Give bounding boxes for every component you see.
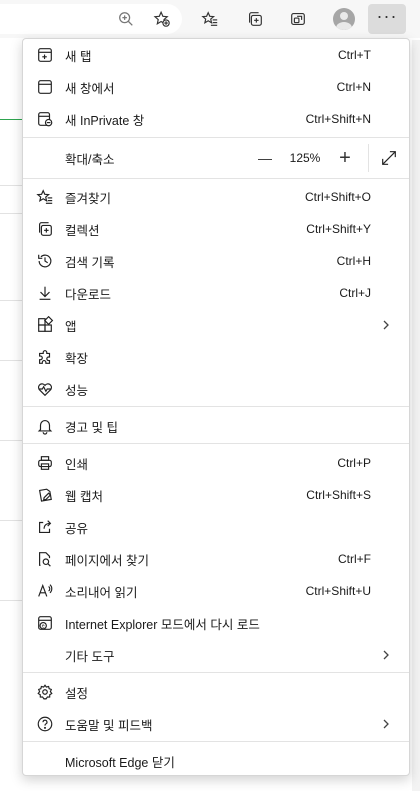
menu-item-web-capture[interactable]: 웹 캡처 Ctrl+Shift+S xyxy=(23,479,409,511)
add-favorite-icon[interactable] xyxy=(148,6,176,32)
profile-avatar[interactable] xyxy=(330,6,358,32)
menu-item-share[interactable]: 공유 xyxy=(23,511,409,543)
gear-icon xyxy=(35,682,55,702)
menu-item-history[interactable]: 검색 기록 Ctrl+H xyxy=(23,245,409,277)
collections-icon[interactable] xyxy=(241,6,269,32)
settings-and-more-menu: 새 탭 Ctrl+T 새 창에서 Ctrl+N 새 InPrivate 창 Ct… xyxy=(22,38,410,776)
performance-icon xyxy=(35,379,55,399)
inprivate-icon xyxy=(35,109,55,129)
menu-item-new-window[interactable]: 새 창에서 Ctrl+N xyxy=(23,71,409,103)
zoom-in-button[interactable]: + xyxy=(333,138,357,178)
menu-item-help[interactable]: 도움말 및 피드백 xyxy=(23,708,409,740)
page-divider xyxy=(0,185,22,186)
menu-item-close-edge[interactable]: Microsoft Edge 닫기 xyxy=(23,745,409,777)
collections-icon xyxy=(35,219,55,239)
menu-item-downloads[interactable]: 다운로드 Ctrl+J xyxy=(23,277,409,309)
menu-item-settings[interactable]: 설정 xyxy=(23,676,409,708)
web-capture-icon xyxy=(35,485,55,505)
menu-item-zoom: 확대/축소 — 125% + xyxy=(23,138,409,178)
bell-icon xyxy=(35,416,55,436)
new-tab-icon xyxy=(35,45,55,65)
read-aloud-icon xyxy=(35,581,55,601)
zoom-out-button[interactable]: — xyxy=(253,138,277,178)
menu-item-collections[interactable]: 컬렉션 Ctrl+Shift+Y xyxy=(23,213,409,245)
menu-item-find[interactable]: 페이지에서 찾기 Ctrl+F xyxy=(23,543,409,575)
page-divider xyxy=(0,360,22,361)
menu-item-apps[interactable]: 앱 xyxy=(23,309,409,341)
zoom-icon[interactable] xyxy=(112,6,140,32)
menu-item-favorites[interactable]: 즐겨찾기 Ctrl+Shift+O xyxy=(23,181,409,213)
ie-mode-icon: e xyxy=(35,613,55,633)
menu-item-performance[interactable]: 성능 xyxy=(23,373,409,405)
menu-separator xyxy=(23,443,409,444)
menu-separator xyxy=(23,672,409,673)
favorites-icon[interactable] xyxy=(196,6,224,32)
menu-item-print[interactable]: 인쇄 Ctrl+P xyxy=(23,447,409,479)
download-icon xyxy=(35,283,55,303)
page-divider xyxy=(0,600,22,601)
extensions-icon xyxy=(35,347,55,367)
fullscreen-icon[interactable] xyxy=(375,138,403,178)
menu-item-new-tab[interactable]: 새 탭 Ctrl+T xyxy=(23,39,409,71)
share-icon xyxy=(35,517,55,537)
chevron-right-icon xyxy=(383,650,389,660)
page-scrollbar-area xyxy=(412,40,420,791)
page-divider xyxy=(0,300,22,301)
page-divider xyxy=(0,440,22,441)
favorites-icon xyxy=(35,187,55,207)
menu-item-alerts[interactable]: 경고 및 팁 xyxy=(23,410,409,442)
menu-item-more-tools[interactable]: 기타 도구 xyxy=(23,639,409,671)
chevron-right-icon xyxy=(383,320,389,330)
page-accent-line xyxy=(0,119,22,120)
menu-separator xyxy=(23,741,409,742)
zoom-level: 125% xyxy=(289,151,321,165)
menu-separator xyxy=(23,178,409,179)
history-icon xyxy=(35,251,55,271)
zoom-divider xyxy=(368,144,369,172)
more-options-button[interactable]: ··· xyxy=(368,4,406,34)
menu-item-read-aloud[interactable]: 소리내어 읽기 Ctrl+Shift+U xyxy=(23,575,409,607)
menu-item-extensions[interactable]: 확장 xyxy=(23,341,409,373)
page-divider xyxy=(0,213,22,214)
menu-item-new-inprivate[interactable]: 새 InPrivate 창 Ctrl+Shift+N xyxy=(23,103,409,135)
apps-icon xyxy=(35,315,55,335)
menu-item-ie-mode[interactable]: e Internet Explorer 모드에서 다시 로드 xyxy=(23,607,409,639)
new-window-icon xyxy=(35,77,55,97)
help-icon xyxy=(35,714,55,734)
print-icon xyxy=(35,453,55,473)
find-icon xyxy=(35,549,55,569)
svg-text:e: e xyxy=(42,624,45,630)
menu-separator xyxy=(23,406,409,407)
browser-toolbar: ··· xyxy=(0,0,420,38)
chevron-right-icon xyxy=(383,719,389,729)
page-divider xyxy=(0,520,22,521)
share-icon[interactable] xyxy=(284,6,312,32)
